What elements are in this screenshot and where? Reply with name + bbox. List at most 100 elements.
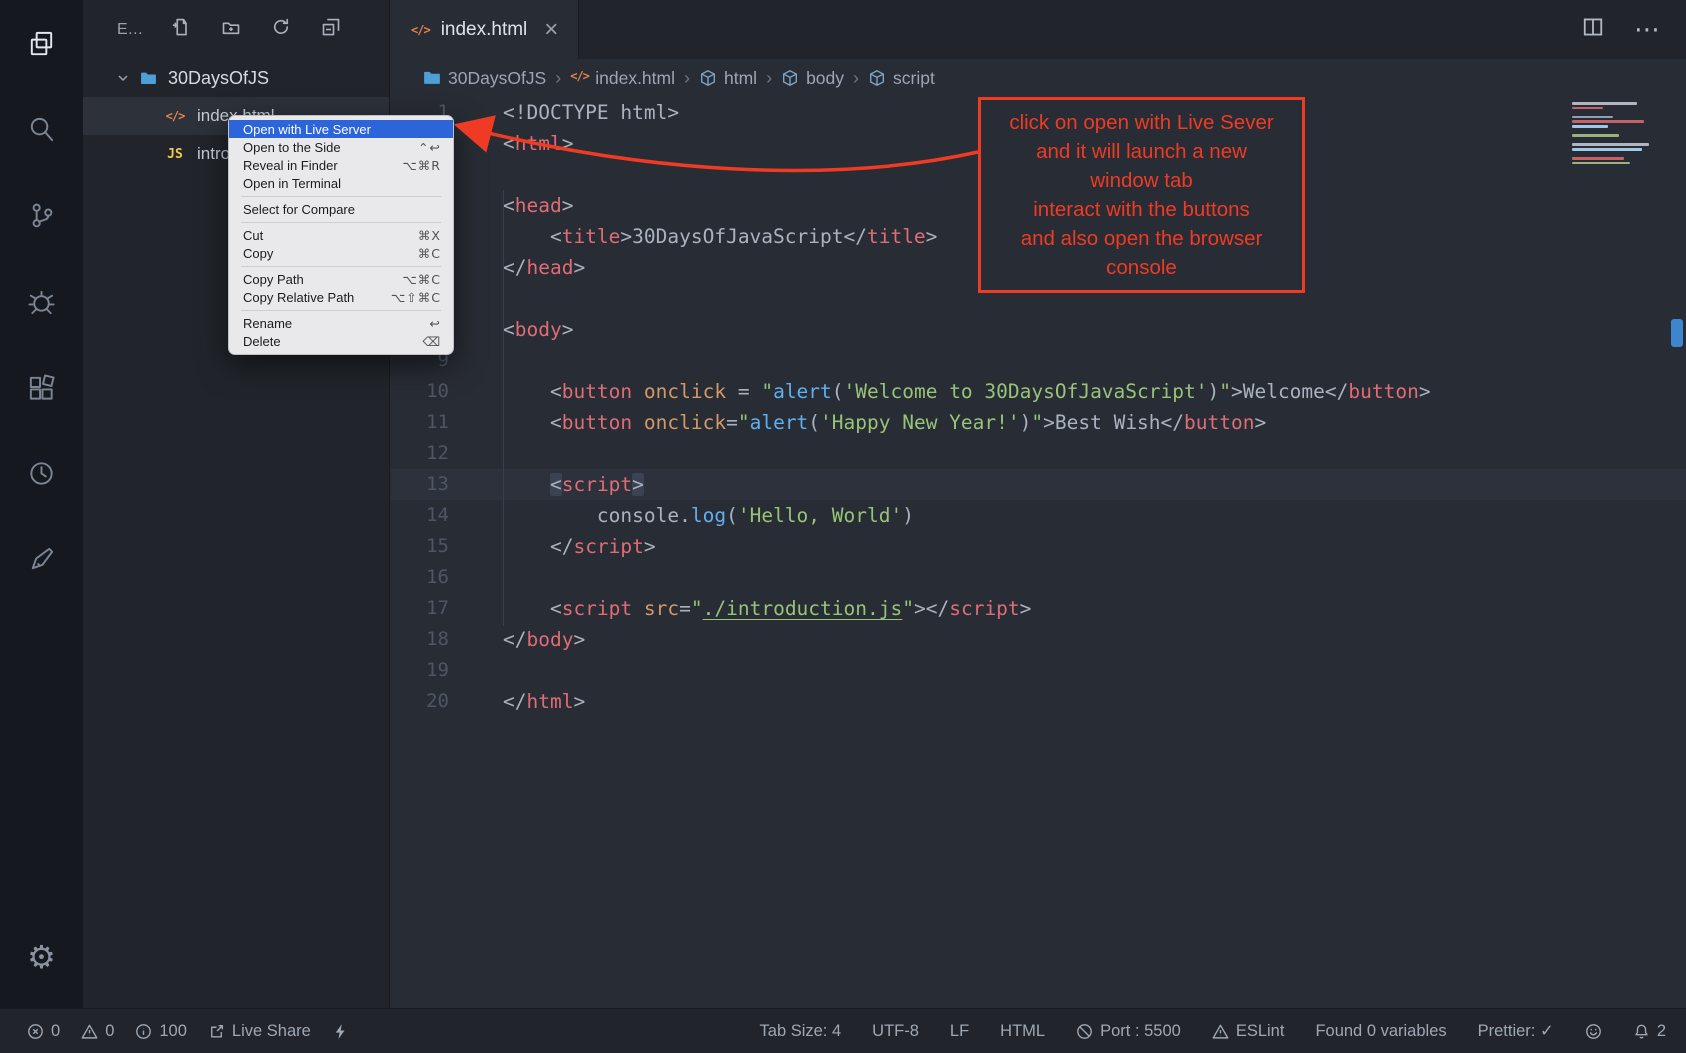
code-line-9[interactable]: 9 xyxy=(391,345,1686,376)
menu-item-copy-path[interactable]: Copy Path⌥⌘C xyxy=(229,270,453,288)
line-number: 12 xyxy=(391,438,449,469)
info-icon xyxy=(135,1023,152,1040)
menu-item-delete[interactable]: Delete⌫ xyxy=(229,332,453,350)
tab-bar: </> index.html × ⋯ xyxy=(391,0,1686,59)
split-editor-icon[interactable] xyxy=(1582,16,1604,43)
menu-separator xyxy=(241,222,441,223)
status-live-share[interactable]: Live Share xyxy=(208,1022,311,1041)
minimap[interactable] xyxy=(1572,102,1664,164)
status-2[interactable]: 2 xyxy=(1633,1022,1666,1041)
folder-row-30daysofjs[interactable]: 30DaysOfJS xyxy=(83,59,389,97)
code-line-8[interactable]: 8<body> xyxy=(391,314,1686,345)
code-line-10[interactable]: 10 <button onclick = "alert('Welcome to … xyxy=(391,376,1686,407)
context-menu: Open with Live ServerOpen to the Side⌃↩R… xyxy=(228,115,454,355)
code-line-19[interactable]: 19 xyxy=(391,655,1686,686)
breadcrumb-item-index-html[interactable]: </>index.html xyxy=(570,68,675,89)
status-tab-size-4[interactable]: Tab Size: 4 xyxy=(760,1022,842,1041)
refresh-icon[interactable] xyxy=(271,17,291,42)
tab-label: index.html xyxy=(441,19,528,41)
code-line-11[interactable]: 11 <button onclick="alert('Happy New Yea… xyxy=(391,407,1686,438)
new-file-icon[interactable] xyxy=(171,17,191,42)
html-file-icon: </> xyxy=(411,23,430,37)
code-line-18[interactable]: 18</body> xyxy=(391,624,1686,655)
code-line-12[interactable]: 12 xyxy=(391,438,1686,469)
html-file-icon: </> xyxy=(163,109,187,123)
status-smiley[interactable] xyxy=(1585,1023,1602,1040)
line-number: 14 xyxy=(391,500,449,531)
chevron-down-icon xyxy=(115,70,131,86)
cube-icon xyxy=(781,69,799,87)
status-eslint[interactable]: ESLint xyxy=(1212,1022,1285,1041)
project-folder-icon xyxy=(140,70,159,87)
code-line-17[interactable]: 17 <script src="./introduction.js"></scr… xyxy=(391,593,1686,624)
history-icon[interactable] xyxy=(0,430,83,516)
menu-item-open-in-terminal[interactable]: Open in Terminal xyxy=(229,174,453,192)
tab-index-html[interactable]: </> index.html × xyxy=(391,0,579,59)
status-port-5500[interactable]: Port : 5500 xyxy=(1076,1022,1181,1041)
line-number: 16 xyxy=(391,562,449,593)
breadcrumb-item-html[interactable]: html xyxy=(699,68,757,89)
menu-separator xyxy=(241,310,441,311)
code-line-14[interactable]: 14 console.log('Hello, World') xyxy=(391,500,1686,531)
port-icon xyxy=(1076,1023,1093,1040)
collapse-all-icon[interactable] xyxy=(321,17,341,42)
run-and-debug-icon[interactable] xyxy=(0,258,83,344)
status-0[interactable]: 0 xyxy=(27,1022,60,1041)
breadcrumb-separator: › xyxy=(684,68,690,89)
line-number: 13 xyxy=(391,469,449,500)
cube-icon xyxy=(699,69,717,87)
menu-item-open-with-live-server[interactable]: Open with Live Server xyxy=(229,120,453,138)
status-found-0-variables[interactable]: Found 0 variables xyxy=(1315,1022,1446,1041)
line-number: 15 xyxy=(391,531,449,562)
menu-item-select-for-compare[interactable]: Select for Compare xyxy=(229,200,453,218)
explorer-title: E... xyxy=(117,21,143,39)
extensions-icon[interactable] xyxy=(0,344,83,430)
menu-separator xyxy=(241,196,441,197)
folder-icon xyxy=(423,69,441,87)
source-control-icon[interactable] xyxy=(0,172,83,258)
status-left: 0 0 100 Live Share xyxy=(27,1022,349,1041)
line-number: 10 xyxy=(391,376,449,407)
status-0[interactable]: 0 xyxy=(81,1022,114,1041)
line-number: 17 xyxy=(391,593,449,624)
warning-icon xyxy=(81,1023,98,1040)
status-utf-8[interactable]: UTF-8 xyxy=(872,1022,919,1041)
status-bar: 0 0 100 Live Share Tab Size: 4 UTF-8 LF HTML Po… xyxy=(0,1008,1686,1053)
status-100[interactable]: 100 xyxy=(135,1022,187,1041)
breadcrumb-item-30daysofjs[interactable]: 30DaysOfJS xyxy=(423,68,546,89)
breadcrumb-item-body[interactable]: body xyxy=(781,68,844,89)
breadcrumb-item-script[interactable]: script xyxy=(868,68,935,89)
indent-guide xyxy=(503,190,504,626)
new-folder-icon[interactable] xyxy=(221,17,241,42)
tab-close-icon[interactable]: × xyxy=(544,18,558,42)
menu-item-reveal-in-finder[interactable]: Reveal in Finder⌥⌘R xyxy=(229,156,453,174)
menu-item-cut[interactable]: Cut⌘X xyxy=(229,226,453,244)
search-icon[interactable] xyxy=(0,86,83,172)
status-html[interactable]: HTML xyxy=(1000,1022,1045,1041)
menu-item-open-to-the-side[interactable]: Open to the Side⌃↩ xyxy=(229,138,453,156)
menu-item-copy-relative-path[interactable]: Copy Relative Path⌥⇧⌘C xyxy=(229,288,453,306)
smiley-icon xyxy=(1585,1023,1602,1040)
breadcrumb: 30DaysOfJS›</>index.html›html›body›scrip… xyxy=(391,59,1686,97)
breadcrumb-separator: › xyxy=(555,68,561,89)
live-share-icon xyxy=(208,1023,225,1040)
folder-name: 30DaysOfJS xyxy=(168,68,269,89)
annotation-box: click on open with Live Severand it will… xyxy=(978,97,1305,293)
overview-ruler-marker xyxy=(1671,319,1683,347)
activity-bar: ⚙ xyxy=(0,0,83,1008)
status-prettier[interactable]: Prettier: ✓ xyxy=(1478,1021,1554,1041)
status-lightning[interactable] xyxy=(332,1023,349,1040)
code-line-16[interactable]: 16 xyxy=(391,562,1686,593)
status-lf[interactable]: LF xyxy=(950,1022,969,1041)
menu-item-rename[interactable]: Rename↩ xyxy=(229,314,453,332)
menu-separator xyxy=(241,266,441,267)
feedback-icon[interactable] xyxy=(0,516,83,602)
code-line-13[interactable]: 13 <script> xyxy=(391,469,1686,500)
code-line-20[interactable]: 20</html> xyxy=(391,686,1686,717)
more-actions-icon[interactable]: ⋯ xyxy=(1634,15,1660,45)
menu-item-copy[interactable]: Copy⌘C xyxy=(229,244,453,262)
code-line-15[interactable]: 15 </script> xyxy=(391,531,1686,562)
explorer-icon[interactable] xyxy=(0,0,83,86)
settings-gear-icon[interactable]: ⚙ xyxy=(0,914,83,1000)
cube-icon xyxy=(868,69,886,87)
